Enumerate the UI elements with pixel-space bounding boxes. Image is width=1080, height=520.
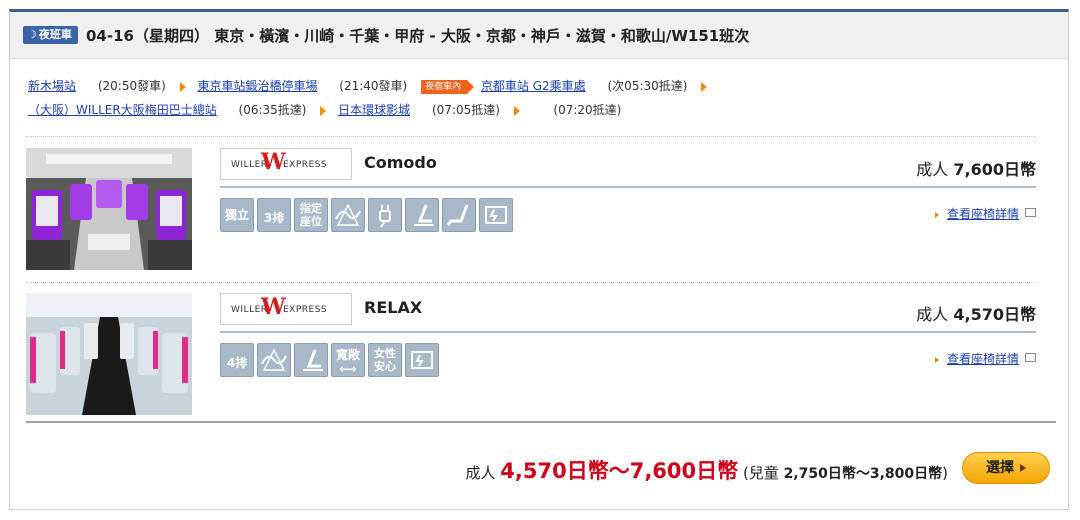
price-summary: 成人 4,570日幣～7,600日幣 (兒童 2,750日幣～3,800日幣) (465, 459, 949, 483)
amenity-icons: 4排 寬敞 ⟷ 女性安心 (220, 343, 442, 379)
bus-interior-photo (26, 293, 192, 415)
adult-price: 成人 4,570日幣 (916, 305, 1036, 324)
curtain-icon (257, 343, 291, 377)
overnight-tag: 夜宿車內 (421, 79, 475, 94)
willer-express-logo: WILLER W EXPRESS (220, 148, 352, 180)
divider (220, 186, 1036, 188)
bus-name: RELAX (364, 298, 423, 317)
night-bus-badge-label: 夜班車 (38, 28, 72, 41)
reserved-seat-icon: 指定座位 (294, 198, 328, 232)
wide-seat-icon: 寬敞 ⟷ (331, 343, 365, 377)
leg-rest-icon (442, 198, 476, 232)
adult-price: 成人 7,600日幣 (916, 160, 1036, 179)
reclining-seat-icon (405, 198, 439, 232)
night-bus-badge: ☽ 夜班車 (23, 26, 78, 44)
arrow-icon (513, 105, 520, 116)
divider (26, 421, 1056, 423)
arrow-icon (179, 81, 186, 92)
three-row-icon: 3排 (257, 198, 291, 232)
arrow-icon (701, 81, 708, 92)
arrow-icon (320, 105, 327, 116)
bus-interior-photo (26, 148, 192, 270)
women-safe-icon: 女性安心 (368, 343, 402, 377)
divider (26, 282, 1036, 283)
stop-time: (06:35抵達) (238, 103, 307, 117)
reclining-seat-icon (294, 343, 328, 377)
stop-time: (20:50發車) (97, 79, 166, 93)
stop-link[interactable]: 京都車站 G2乘車處 (481, 79, 586, 93)
divider (26, 136, 1036, 137)
toilet-icon (405, 343, 439, 377)
child-price-range: (兒童 2,750日幣～3,800日幣) (742, 464, 948, 482)
adult-price-range: 4,570日幣～7,600日幣 (500, 459, 739, 483)
trip-title: 04-16（星期四） 東京・橫濱・川崎・千葉・甲府 - 大阪・京都・神戶・滋賀・… (86, 27, 750, 45)
route-line-1: 新木場站 (20:50發車) 東京車站鍛治橋停車場 (21:40發車) 夜宿車內… (28, 74, 1028, 98)
select-button[interactable]: 選擇 (962, 452, 1050, 484)
stop-time: (07:20抵達) (553, 103, 622, 117)
amenity-icons: 獨立 3排 指定座位 (220, 198, 516, 234)
independent-seat-icon: 獨立 (220, 198, 254, 232)
bus-option-comodo: WILLER W EXPRESS Comodo 成人 7,600日幣 獨立 3排… (26, 148, 1036, 272)
stop-link[interactable]: 日本環球影城 (338, 103, 410, 117)
new-window-icon (1025, 208, 1036, 217)
power-plug-icon (368, 198, 402, 232)
bus-name: Comodo (364, 153, 437, 172)
seat-detail-link[interactable]: 查看座椅詳情 (934, 350, 1036, 367)
stop-time: (07:05抵達) (431, 103, 500, 117)
divider (220, 331, 1036, 333)
arrow-icon (934, 356, 939, 363)
stop-time: (21:40發車) (339, 79, 408, 93)
stop-time: (次05:30抵達) (607, 79, 688, 93)
stop-link[interactable]: 新木場站 (28, 79, 76, 93)
stop-link[interactable]: （大阪）WILLER大阪梅田巴士總站 (28, 103, 217, 117)
arrow-icon (1020, 464, 1026, 472)
trip-header: ☽ 夜班車 04-16（星期四） 東京・橫濱・川崎・千葉・甲府 - 大阪・京都・神… (10, 12, 1068, 59)
curtain-icon (331, 198, 365, 232)
toilet-icon (479, 198, 513, 232)
willer-express-logo: WILLER W EXPRESS (220, 293, 352, 325)
route-stops: 新木場站 (20:50發車) 東京車站鍛治橋停車場 (21:40發車) 夜宿車內… (28, 74, 1028, 122)
route-line-2: （大阪）WILLER大阪梅田巴士總站 (06:35抵達) 日本環球影城 (07:… (28, 98, 1028, 122)
new-window-icon (1025, 353, 1036, 362)
bus-option-relax: WILLER W EXPRESS RELAX 成人 4,570日幣 4排 寬敞 ⟷… (26, 293, 1036, 417)
moon-icon: ☽ (27, 28, 37, 41)
seat-detail-link[interactable]: 查看座椅詳情 (934, 205, 1036, 222)
trip-card: ☽ 夜班車 04-16（星期四） 東京・橫濱・川崎・千葉・甲府 - 大阪・京都・神… (9, 9, 1069, 510)
four-row-icon: 4排 (220, 343, 254, 377)
arrow-icon (934, 211, 939, 218)
stop-link[interactable]: 東京車站鍛治橋停車場 (197, 79, 317, 93)
